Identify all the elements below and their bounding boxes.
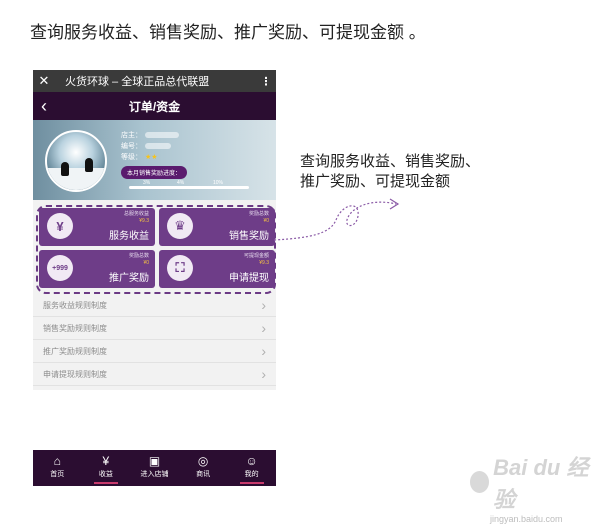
app-title: 火货环球 – 全球正品总代联盟 bbox=[65, 76, 210, 88]
rule-item-sales-reward[interactable]: 销售奖励规则制度 › bbox=[33, 317, 276, 340]
sales-progress-label: 本月销售奖励进度： bbox=[121, 166, 188, 179]
sales-progress-bar bbox=[129, 186, 249, 189]
nav-bar: ‹ 订单/资金 bbox=[33, 92, 276, 120]
member-id-row: 编号： bbox=[121, 141, 171, 151]
profile-card: 店主： 编号： 等级： ★★ 本月销售奖励进度： 3% 4% 10% bbox=[33, 120, 276, 200]
watermark-url: jingyan.baidu.com bbox=[490, 514, 563, 524]
baidu-logo: Bai du 经验 bbox=[470, 450, 595, 514]
nav-item-mine[interactable]: ☺ 我的 bbox=[227, 450, 276, 486]
avatar bbox=[45, 130, 107, 192]
back-arrow-icon[interactable]: ‹ bbox=[41, 96, 47, 117]
app-titlebar: ✕ 火货环球 – 全球正品总代联盟 ⋮ bbox=[33, 70, 276, 92]
withdraw-tile[interactable]: ⛶ 可提现金额 ¥9.3 申请提现 bbox=[159, 250, 275, 288]
user-icon: ☺ bbox=[245, 454, 258, 468]
tile-label: 申请提现 bbox=[229, 273, 269, 284]
home-icon: ⌂ bbox=[53, 454, 61, 468]
phone-screen: ✕ 火货环球 – 全球正品总代联盟 ⋮ ‹ 订单/资金 店主： 编号： 等级： ★… bbox=[33, 70, 276, 390]
yen-icon: ¥ bbox=[47, 213, 73, 239]
atm-icon: ⛶ bbox=[167, 255, 193, 281]
store-owner-row: 店主： bbox=[121, 130, 179, 140]
chevron-right-icon: › bbox=[261, 320, 266, 336]
chevron-right-icon: › bbox=[261, 297, 266, 313]
page-heading: 查询服务收益、销售奖励、推广奖励、可提现金额 。 bbox=[30, 23, 426, 42]
globe-icon: ◎ bbox=[197, 454, 209, 468]
level-stars: ★★ bbox=[145, 154, 158, 161]
level-row: 等级： ★★ bbox=[121, 154, 158, 161]
paw-icon bbox=[470, 471, 490, 493]
rules-list: 服务收益规则制度 › 销售奖励规则制度 › 推广奖励规则制度 › 申请提现规则制度 › bbox=[33, 294, 276, 386]
rule-item-promotion-reward[interactable]: 推广奖励规则制度 › bbox=[33, 340, 276, 363]
rule-item-withdraw[interactable]: 申请提现规则制度 › bbox=[33, 363, 276, 386]
rule-item-service-income[interactable]: 服务收益规则制度 › bbox=[33, 294, 276, 317]
tile-label: 销售奖励 bbox=[229, 231, 269, 242]
plus-999-icon: +999 bbox=[47, 255, 73, 281]
more-menu-icon[interactable]: ⋮ bbox=[256, 75, 276, 88]
close-icon[interactable]: ✕ bbox=[33, 73, 55, 89]
nav-item-news[interactable]: ◎ 商讯 bbox=[179, 450, 228, 486]
tile-label: 推广奖励 bbox=[109, 273, 149, 284]
sales-reward-tile[interactable]: ♛ 奖励总数 ¥0 销售奖励 bbox=[159, 208, 275, 246]
annotation-text: 查询服务收益、销售奖励、 推广奖励、可提现金额 bbox=[300, 153, 481, 190]
watermark: Bai du 经验 jingyan.baidu.com bbox=[470, 450, 595, 524]
nav-title: 订单/资金 bbox=[128, 99, 181, 114]
nav-item-income[interactable]: ¥ 收益 bbox=[82, 450, 131, 486]
chevron-right-icon: › bbox=[261, 366, 266, 382]
annotation-arrow bbox=[273, 198, 400, 241]
finance-tiles-grid: ¥ 总服务收益 ¥9.3 服务收益 ♛ 奖励总数 ¥0 销售奖励 +999 奖励总数… bbox=[36, 205, 276, 294]
service-income-tile[interactable]: ¥ 总服务收益 ¥9.3 服务收益 bbox=[39, 208, 155, 246]
tile-label: 服务收益 bbox=[109, 231, 149, 242]
nav-item-store[interactable]: ▣ 进入店铺 bbox=[130, 450, 179, 486]
nav-item-home[interactable]: ⌂ 首页 bbox=[33, 450, 82, 486]
promotion-reward-tile[interactable]: +999 奖励总数 ¥0 推广奖励 bbox=[39, 250, 155, 288]
yen-circle-icon: ¥ bbox=[102, 454, 110, 468]
store-icon: ▣ bbox=[148, 454, 161, 468]
trophy-icon: ♛ bbox=[167, 213, 193, 239]
bottom-nav: ⌂ 首页 ¥ 收益 ▣ 进入店铺 ◎ 商讯 ☺ 我的 bbox=[33, 450, 276, 486]
chevron-right-icon: › bbox=[261, 343, 266, 359]
